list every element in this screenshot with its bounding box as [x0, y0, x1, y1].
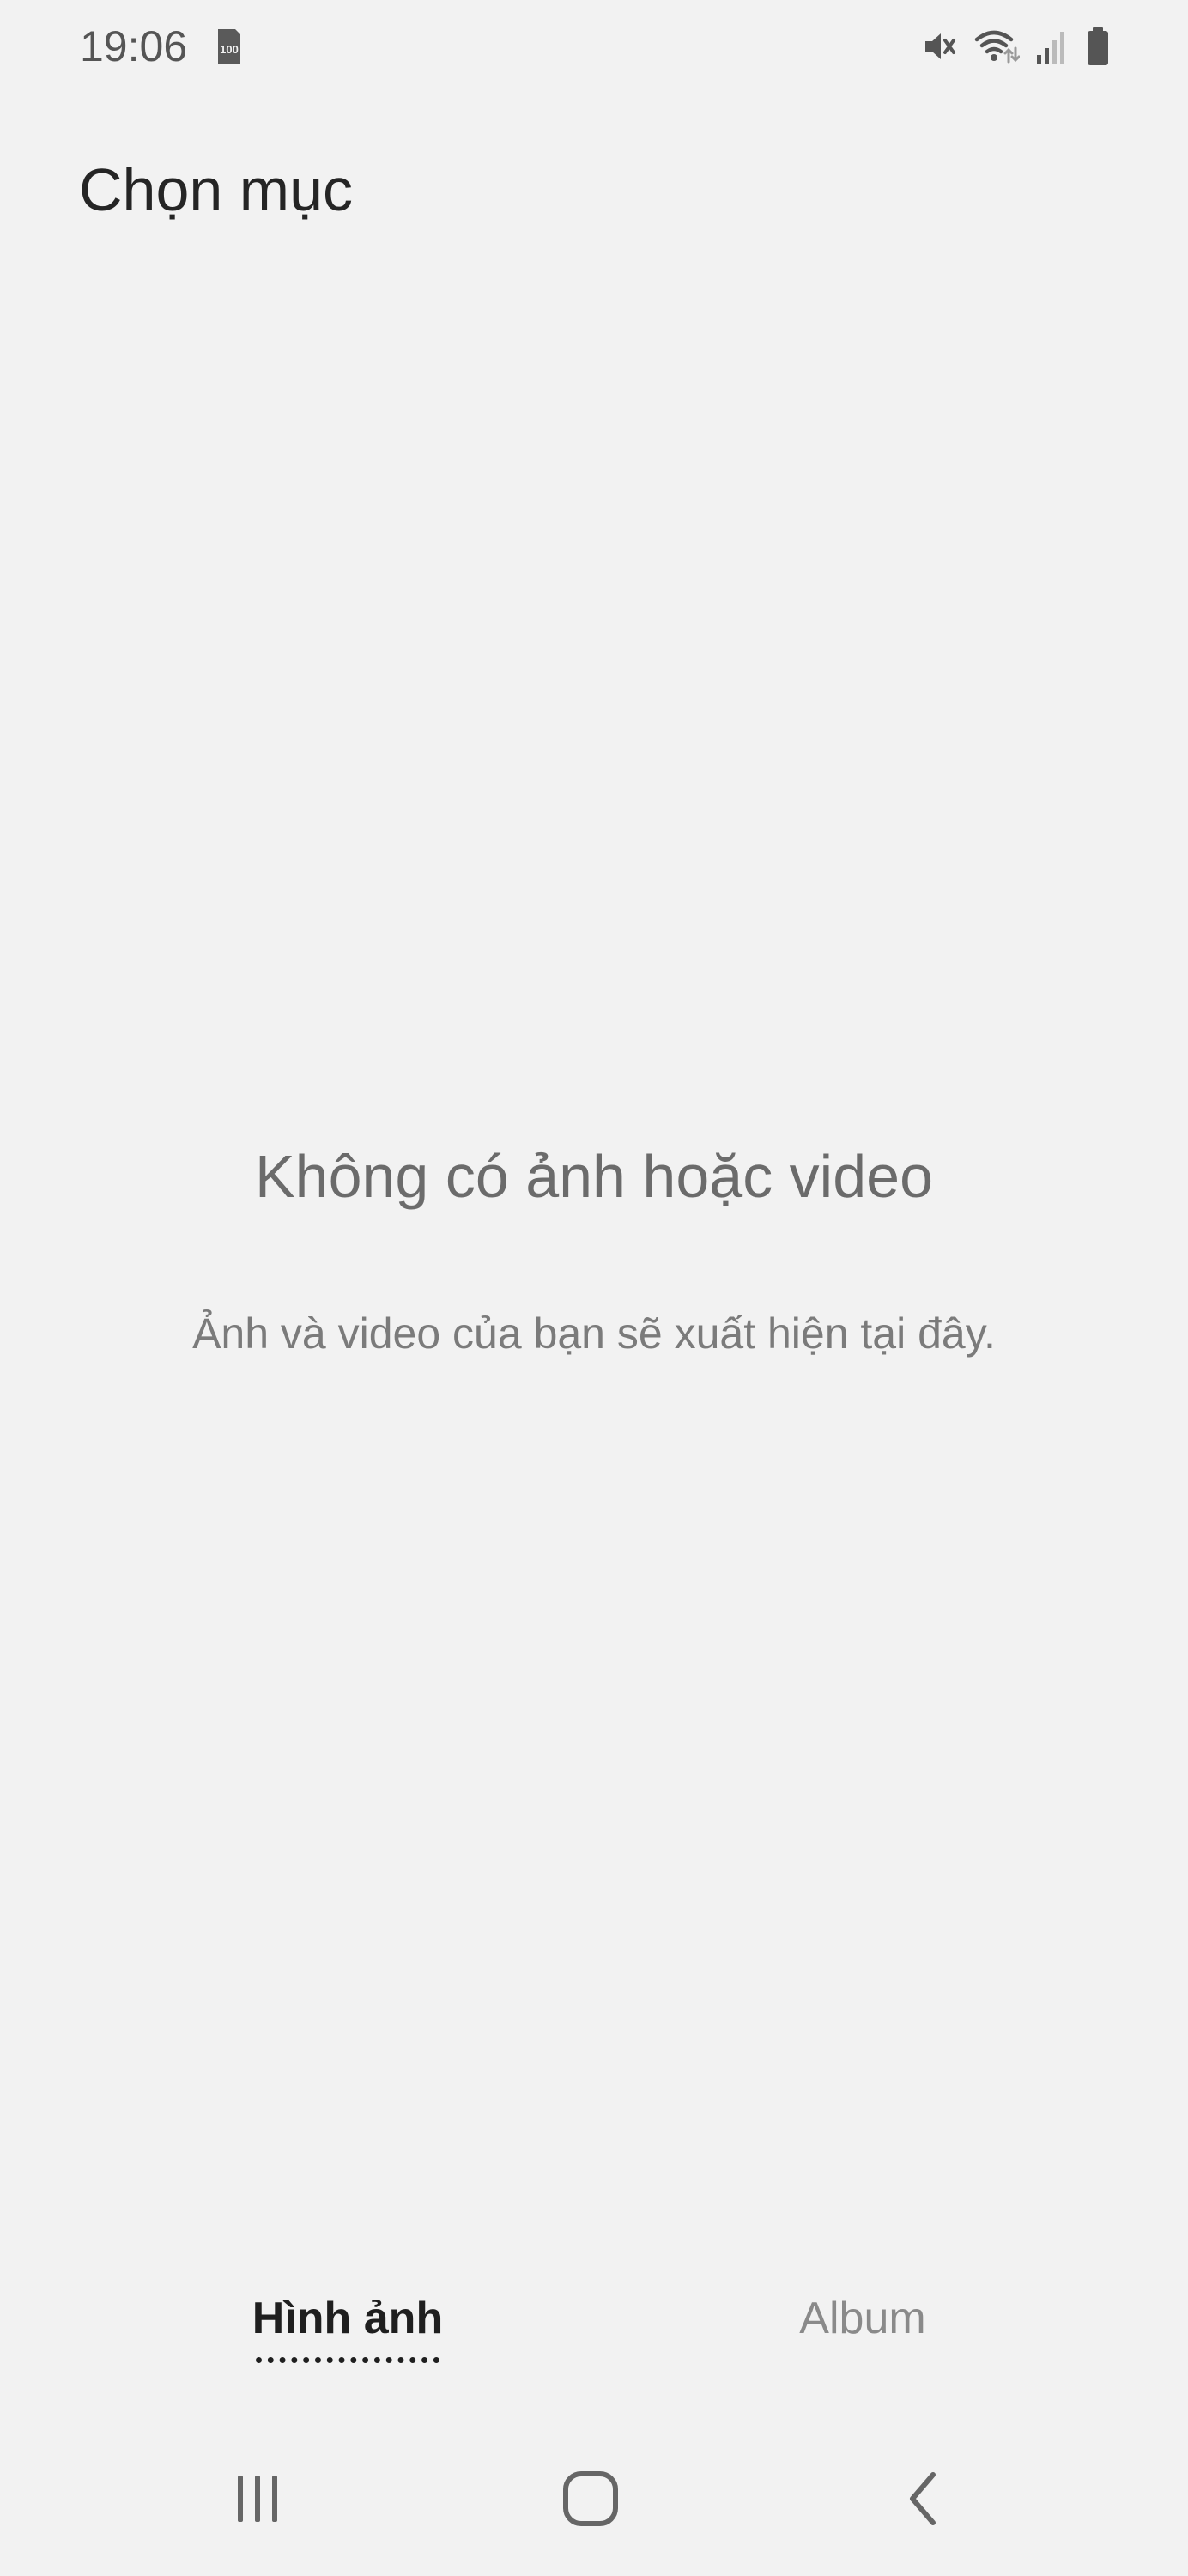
- storage-icon: 100: [218, 29, 240, 64]
- mute-icon: [925, 33, 955, 59]
- status-time: 19:06: [80, 22, 188, 70]
- recents-icon: [238, 2476, 277, 2522]
- wifi-icon: [974, 30, 1020, 64]
- navigation-bar: [0, 2421, 1188, 2576]
- tab-album[interactable]: Album: [773, 2288, 953, 2357]
- home-button[interactable]: [539, 2456, 642, 2542]
- recents-button[interactable]: [206, 2456, 309, 2542]
- signal-icon: [1037, 32, 1064, 64]
- storage-badge-text: 100: [220, 43, 239, 56]
- status-icons: [920, 22, 1111, 70]
- tab-album-label: Album: [799, 2293, 926, 2343]
- back-icon: [910, 2472, 936, 2525]
- battery-icon: [1088, 27, 1108, 65]
- tab-images[interactable]: Hình ảnh: [249, 2288, 446, 2363]
- tab-images-label: Hình ảnh: [252, 2293, 444, 2343]
- status-bar: 19:06 100: [0, 0, 1188, 94]
- home-icon: [563, 2471, 618, 2526]
- empty-state-title: Không có ảnh hoặc video: [254, 1143, 934, 1210]
- back-button[interactable]: [872, 2456, 975, 2542]
- empty-state-description: Ảnh và video của bạn sẽ xuất hiện tại đâ…: [192, 1309, 996, 1358]
- page-title: Chọn mục: [79, 156, 354, 223]
- tab-selected-indicator: [256, 2357, 439, 2363]
